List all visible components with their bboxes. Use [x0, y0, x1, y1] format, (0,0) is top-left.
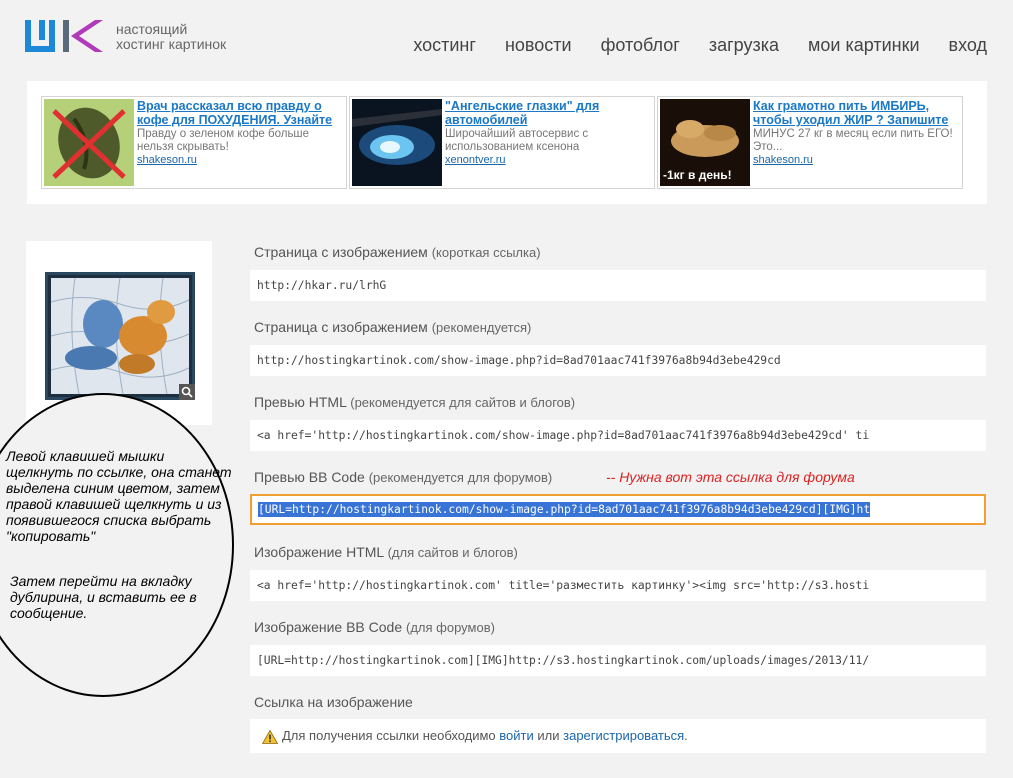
- login-notice: Для получения ссылки необходимо войти ил…: [250, 719, 986, 753]
- ad-block-2[interactable]: "Ангельские глазки" для автомобилей Широ…: [349, 96, 655, 189]
- label-image-bbcode: Изображение BB Code (для форумов): [254, 619, 495, 635]
- ad-domain-link[interactable]: xenontver.ru: [445, 154, 650, 167]
- label-direct-link: Ссылка на изображение: [254, 694, 413, 710]
- label-hint: (для форумов): [406, 620, 495, 635]
- nav-photoblog[interactable]: фотоблог: [601, 35, 680, 56]
- login-link[interactable]: войти: [499, 728, 533, 743]
- logo-icon[interactable]: [25, 18, 105, 54]
- label-text: Страница с изображением: [254, 244, 428, 260]
- label-preview-bbcode: Превью BB Code (рекомендуется для форумо…: [254, 469, 552, 485]
- label-text: Превью HTML: [254, 394, 347, 410]
- nav-news[interactable]: новости: [505, 35, 572, 56]
- ad-desc: МИНУС 27 кг в месяц если пить ЕГО! Это..…: [753, 128, 953, 153]
- image-bbcode-field[interactable]: [URL=http://hostingkartinok.com][IMG]htt…: [250, 645, 986, 676]
- label-image-html: Изображение HTML (для сайтов и блогов): [254, 544, 518, 560]
- label-text: Изображение BB Code: [254, 619, 403, 635]
- label-text: Страница с изображением: [254, 319, 428, 335]
- ad-body: "Ангельские глазки" для автомобилей Широ…: [445, 99, 650, 167]
- ad-image-ginger[interactable]: -1кг в день!: [660, 99, 750, 186]
- ad-title[interactable]: "Ангельские глазки" для автомобилей: [445, 99, 650, 127]
- label-text: Изображение HTML: [254, 544, 384, 560]
- ad-domain-link[interactable]: shakeson.ru: [753, 154, 958, 167]
- notice-text: Для получения ссылки необходимо: [282, 728, 496, 743]
- annotation-arrow-note: -- Нужна вот эта ссылка для форума: [606, 469, 855, 485]
- ad-desc: Широчайший автосервис с использованием к…: [445, 128, 589, 153]
- label-hint: (рекомендуется): [431, 320, 532, 335]
- selected-text[interactable]: [URL=http://hostingkartinok.com/show-ima…: [258, 502, 871, 517]
- ad-strip: Врач рассказал всю правду о кофе для ПОХ…: [27, 81, 987, 204]
- preview-bbcode-field[interactable]: [URL=http://hostingkartinok.com/show-ima…: [250, 494, 986, 525]
- page-link-field[interactable]: http://hostingkartinok.com/show-image.ph…: [250, 345, 986, 376]
- ad-title[interactable]: Врач рассказал всю правду о кофе для ПОХ…: [137, 99, 342, 127]
- label-hint: (для сайтов и блогов): [387, 545, 518, 560]
- register-link[interactable]: зарегистрироваться: [563, 728, 684, 743]
- ad-body: Как грамотно пить ИМБИРЬ, чтобы уходил Ж…: [753, 99, 958, 167]
- label-preview-html: Превью HTML (рекомендуется для сайтов и …: [254, 394, 575, 410]
- notice-suffix: .: [684, 728, 688, 743]
- label-text: Превью BB Code: [254, 469, 365, 485]
- annotation-ellipse: [0, 393, 234, 697]
- zoom-icon[interactable]: [179, 384, 195, 400]
- label-hint: (рекомендуется для форумов): [368, 470, 553, 485]
- logo-line1: настоящий: [116, 21, 188, 37]
- nav-my-images[interactable]: мои картинки: [808, 35, 920, 56]
- ad-block-3[interactable]: -1кг в день! Как грамотно пить ИМБИРЬ, ч…: [657, 96, 963, 189]
- ad-image-coffee[interactable]: [44, 99, 134, 186]
- logo-text: настоящий хостинг картинок: [116, 22, 226, 52]
- nav-upload[interactable]: загрузка: [709, 35, 779, 56]
- label-page-link: Страница с изображением (рекомендуется): [254, 319, 531, 335]
- warning-icon: [262, 729, 278, 744]
- annotation-note-copy: Левой клавишей мышки щелкнуть по ссылке,…: [6, 448, 232, 544]
- ad-desc: Правду о зеленом кофе больше нельзя скры…: [137, 128, 310, 153]
- notice-or: или: [537, 728, 560, 743]
- ad-domain-link[interactable]: shakeson.ru: [137, 154, 342, 167]
- main-nav: хостинг новости фотоблог загрузка мои ка…: [413, 35, 987, 56]
- annotation-note-paste: Затем перейти на вкладку дублирина, и вс…: [10, 573, 197, 621]
- ad-block-1[interactable]: Врач рассказал всю правду о кофе для ПОХ…: [41, 96, 347, 189]
- nav-hosting[interactable]: хостинг: [413, 35, 476, 56]
- image-thumbnail[interactable]: [45, 272, 195, 400]
- short-link-field[interactable]: http://hkar.ru/lrhG: [250, 270, 986, 301]
- image-html-field[interactable]: <a href='http://hostingkartinok.com' tit…: [250, 570, 986, 601]
- ad-badge: -1кг в день!: [663, 168, 732, 182]
- preview-html-field[interactable]: <a href='http://hostingkartinok.com/show…: [250, 420, 986, 451]
- ad-image-headlight[interactable]: [352, 99, 442, 186]
- label-hint: (короткая ссылка): [431, 245, 541, 260]
- label-short-link: Страница с изображением (короткая ссылка…: [254, 244, 541, 260]
- nav-login[interactable]: вход: [949, 35, 987, 56]
- ad-body: Врач рассказал всю правду о кофе для ПОХ…: [137, 99, 342, 167]
- label-hint: (рекомендуется для сайтов и блогов): [350, 395, 576, 410]
- ad-title[interactable]: Как грамотно пить ИМБИРЬ, чтобы уходил Ж…: [753, 99, 958, 127]
- logo-line2: хостинг картинок: [116, 36, 227, 52]
